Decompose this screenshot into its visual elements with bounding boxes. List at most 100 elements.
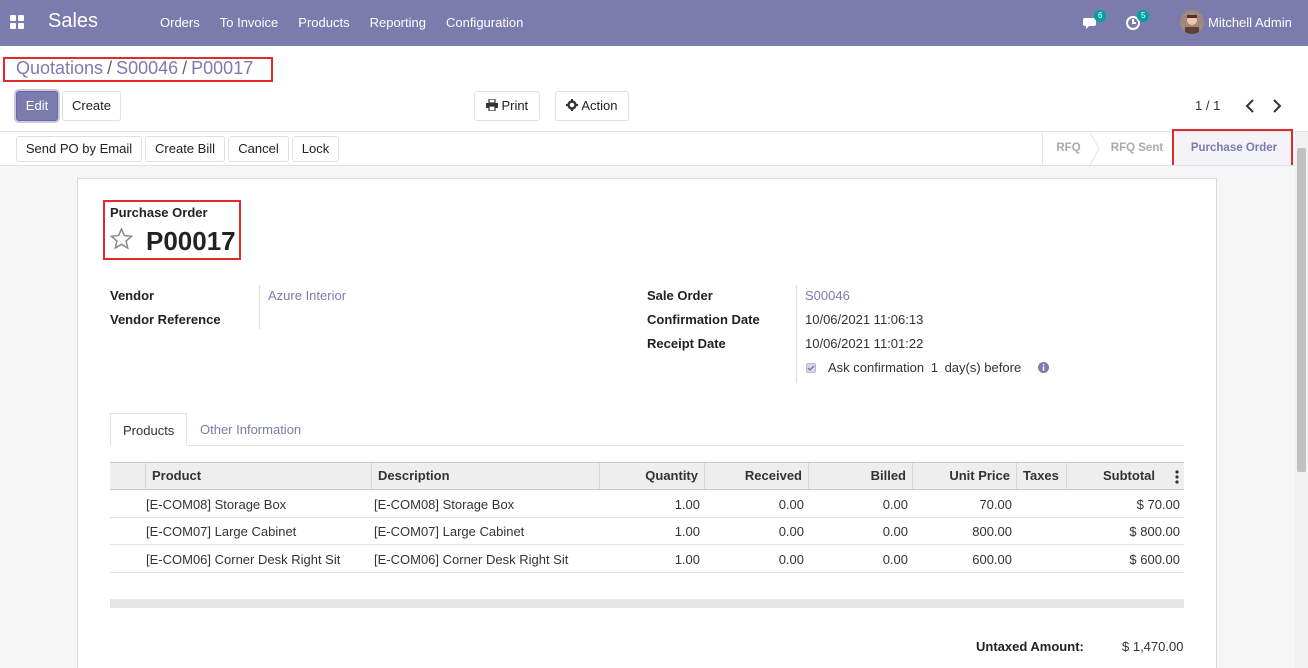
cell-product: [E-COM06] Corner Desk Right Sit [146, 552, 341, 567]
cell-taxes [1016, 518, 1066, 545]
confirmation-date-label: Confirmation Date [647, 312, 760, 327]
cell-subtotal: $ 600.00 [1129, 552, 1180, 567]
cell-unit-price: 70.00 [979, 497, 1012, 512]
lock-button[interactable]: Lock [292, 136, 339, 162]
order-lines-header: Product Description Quantity Received Bi… [110, 462, 1184, 490]
print-button[interactable]: Print [474, 91, 540, 121]
cancel-button[interactable]: Cancel [228, 136, 289, 162]
cell-billed: 0.00 [882, 552, 908, 567]
activities-icon[interactable]: 5 [1126, 10, 1150, 34]
tab-products[interactable]: Products [110, 413, 188, 446]
edit-button[interactable]: Edit [16, 91, 58, 121]
pager-previous-icon[interactable] [1243, 98, 1257, 114]
col-quantity[interactable]: Quantity [600, 463, 705, 489]
untaxed-amount-value: $ 1,470.00 [1122, 639, 1184, 654]
print-icon [485, 98, 498, 112]
menu-to-invoice[interactable]: To Invoice [210, 0, 289, 46]
menu-reporting[interactable]: Reporting [360, 0, 436, 46]
cell-taxes [1016, 546, 1066, 573]
cell-description: [E-COM07] Large Cabinet [374, 524, 525, 539]
col-taxes[interactable]: Taxes [1017, 463, 1067, 489]
sale-order-value[interactable]: S00046 [805, 288, 850, 303]
ask-confirmation-checkbox[interactable] [806, 363, 816, 373]
info-icon[interactable] [1038, 362, 1049, 373]
record-name: P00017 [146, 226, 236, 256]
col-received[interactable]: Received [705, 463, 809, 489]
optional-columns-icon[interactable] [1174, 470, 1180, 484]
user-avatar[interactable] [1180, 10, 1204, 34]
stage-rfq-sent[interactable]: RFQ Sent [1100, 132, 1174, 165]
cell-received: 0.00 [778, 497, 804, 512]
stage-arrow-1 [1090, 132, 1100, 165]
pager-next-icon[interactable] [1270, 98, 1284, 114]
cell-quantity: 1.00 [674, 524, 700, 539]
order-info-divider [796, 285, 797, 383]
cell-subtotal: $ 70.00 [1136, 497, 1180, 512]
cell-product: [E-COM08] Storage Box [146, 497, 287, 512]
cell-unit-price: 600.00 [972, 552, 1012, 567]
main-menu: Orders To Invoice Products Reporting Con… [150, 0, 533, 46]
scrollbar[interactable] [1295, 132, 1308, 668]
breadcrumb-current: P00017 [191, 58, 254, 78]
create-bill-button[interactable]: Create Bill [145, 136, 225, 162]
ask-confirmation-suffix: day(s) before [944, 360, 1022, 375]
app-name[interactable]: Sales [48, 10, 98, 33]
handle-column-header [110, 463, 146, 489]
stage-purchase-order[interactable]: Purchase Order [1174, 132, 1294, 165]
create-button[interactable]: Create [62, 91, 121, 121]
action-label: Action [581, 98, 618, 113]
cell-description: [E-COM06] Corner Desk Right Sit [374, 552, 569, 567]
scrollbar-thumb[interactable] [1297, 148, 1306, 472]
col-description[interactable]: Description [372, 463, 600, 489]
tab-other-information[interactable]: Other Information [188, 413, 313, 446]
send-po-by-email-button[interactable]: Send PO by Email [16, 136, 142, 162]
menu-configuration[interactable]: Configuration [436, 0, 533, 46]
cell-quantity: 1.00 [674, 552, 700, 567]
col-billed[interactable]: Billed [809, 463, 913, 489]
vendor-divider [259, 285, 260, 329]
print-label: Print [501, 98, 529, 113]
table-row[interactable]: [E-COM07] Large Cabinet [E-COM07] Large … [110, 518, 1184, 545]
cell-billed: 0.00 [882, 497, 908, 512]
menu-orders[interactable]: Orders [150, 0, 210, 46]
vendor-label: Vendor [110, 288, 155, 303]
breadcrumb-sale-order[interactable]: S00046 [116, 58, 178, 78]
cell-description: [E-COM08] Storage Box [374, 497, 515, 512]
apps-menu-icon[interactable] [10, 15, 24, 29]
stage-rfq[interactable]: RFQ [1042, 132, 1094, 165]
table-row[interactable]: [E-COM06] Corner Desk Right Sit [E-COM06… [110, 546, 1184, 573]
col-subtotal[interactable]: Subtotal [1067, 463, 1161, 489]
cell-received: 0.00 [778, 552, 804, 567]
pager-value[interactable]: 1 / 1 [1195, 98, 1220, 113]
cell-product: [E-COM07] Large Cabinet [146, 524, 297, 539]
ask-confirmation-text: Ask confirmation 1 day(s) before [828, 360, 1021, 375]
cell-billed: 0.00 [882, 524, 908, 539]
gear-icon [566, 99, 579, 111]
col-unit-price[interactable]: Unit Price [913, 463, 1017, 489]
activities-badge: 5 [1137, 10, 1150, 22]
table-footer [110, 599, 1184, 608]
cell-received: 0.00 [778, 524, 804, 539]
messages-icon[interactable]: 6 [1083, 10, 1107, 34]
cell-quantity: 1.00 [674, 497, 700, 512]
vendor-reference-label: Vendor Reference [110, 312, 221, 327]
ask-confirmation-days: 1 [930, 360, 938, 375]
breadcrumb: Quotations / S00046/P00017 [16, 58, 254, 78]
breadcrumb-quotations[interactable]: Quotations [16, 58, 103, 78]
messages-badge: 6 [1094, 10, 1107, 22]
untaxed-amount-label: Untaxed Amount: [976, 639, 1084, 654]
cell-taxes [1016, 491, 1066, 518]
col-product[interactable]: Product [146, 463, 372, 489]
receipt-date-label: Receipt Date [647, 336, 726, 351]
cell-subtotal: $ 800.00 [1129, 524, 1180, 539]
table-row[interactable]: [E-COM08] Storage Box [E-COM08] Storage … [110, 491, 1184, 518]
sale-order-label: Sale Order [647, 288, 713, 303]
menu-products[interactable]: Products [288, 0, 359, 46]
tab-divider [187, 445, 1184, 446]
vendor-value[interactable]: Azure Interior [268, 288, 346, 303]
action-button[interactable]: Action [555, 91, 629, 121]
user-name[interactable]: Mitchell Admin [1208, 15, 1292, 30]
star-icon[interactable] [109, 227, 134, 251]
top-navbar: Sales Orders To Invoice Products Reporti… [0, 0, 1308, 46]
check-icon [807, 365, 815, 372]
